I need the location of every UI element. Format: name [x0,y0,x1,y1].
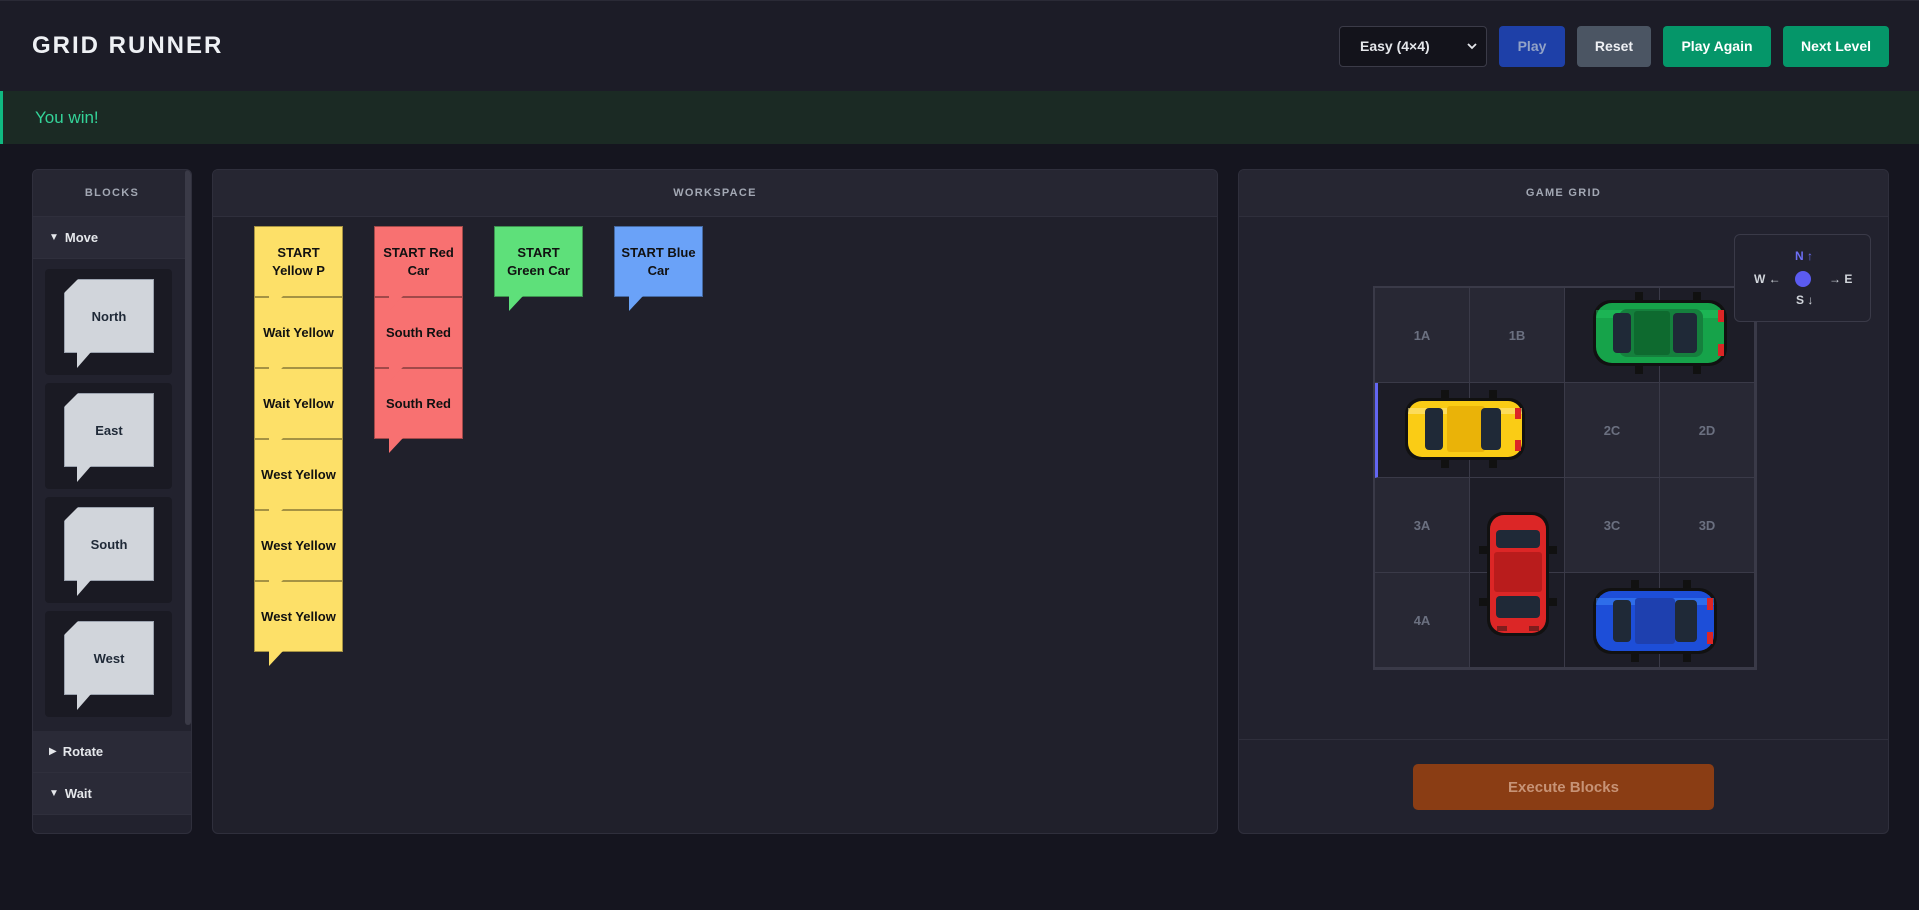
block-shape: West [64,621,154,710]
block-label: North [91,308,127,324]
green-stack[interactable]: START Green Car [494,226,583,311]
caret-right-icon: ▶ [49,746,57,757]
divider [1239,739,1888,740]
block-label: Wait Yellow [263,395,334,411]
chevron-down-icon [1467,43,1477,50]
blocks-panel: BLOCKS ▼ Move North East South West ▶ Ro… [32,169,192,834]
difficulty-value: Easy (4×4) [1360,38,1430,54]
block-label: South Red [386,324,451,340]
win-banner: You win! [0,91,1919,144]
block-label: Wait Yellow [263,324,334,340]
palette-block-west[interactable]: West [45,611,172,717]
workspace-title: WORKSPACE [213,170,1217,217]
grid-cell: 3A [1375,478,1470,573]
block-label: START Yellow P [272,244,325,278]
west-block[interactable]: West Yellow [254,510,343,595]
south-block[interactable]: South Red [374,368,463,453]
grid-cell: 2D [1660,383,1755,478]
start-block[interactable]: START Blue Car [614,226,703,311]
category-label: Wait [64,786,92,801]
palette-block-north[interactable]: North [45,269,172,375]
category-move[interactable]: ▼ Move [33,217,191,259]
block-label: South [90,536,128,552]
next-level-button[interactable]: Next Level [1783,25,1889,67]
start-block[interactable]: START Yellow P [254,226,343,311]
caret-down-icon: ▼ [49,232,59,243]
compass-east: → E [1829,272,1853,286]
category-rotate[interactable]: ▶ Rotate [33,731,191,773]
block-shape: South [64,507,154,596]
blocks-scrollbar[interactable] [185,170,191,725]
move-blocks-list: North East South West [33,259,191,731]
caret-down-icon: ▼ [49,788,59,799]
south-block[interactable]: South Red [374,297,463,382]
blue-car [1593,580,1717,662]
compass-west: W ← [1754,272,1781,286]
wait-block[interactable]: Wait Yellow [254,297,343,382]
app-title: GRID RUNNER [32,32,224,59]
grid-cell: 2C [1565,383,1660,478]
blocks-panel-title: BLOCKS [33,170,191,217]
block-label: START Green Car [507,244,570,278]
game-grid-title: GAME GRID [1239,170,1888,217]
block-shape: North [64,279,154,368]
grid-cell: 3C [1565,478,1660,573]
reset-button[interactable]: Reset [1577,25,1651,67]
compass: N ↑ W ← → E S ↓ [1734,234,1871,322]
palette-block-south[interactable]: South [45,497,172,603]
west-block[interactable]: West Yellow [254,581,343,666]
execute-blocks-button[interactable]: Execute Blocks [1413,764,1714,810]
west-block[interactable]: West Yellow [254,439,343,524]
grid-cell: 1A [1375,288,1470,383]
category-wait[interactable]: ▼ Wait [33,773,191,815]
yellow-stack[interactable]: START Yellow P Wait Yellow Wait Yellow W… [254,226,343,666]
block-label: West Yellow [261,537,336,553]
top-bar: GRID RUNNER Easy (4×4) Play Reset Play A… [0,0,1919,91]
block-label: South Red [386,395,451,411]
compass-north: N ↑ [1795,249,1813,263]
header-controls: Easy (4×4) Play Reset Play Again Next Le… [1339,25,1889,67]
palette-block-east[interactable]: East [45,383,172,489]
game-panel: GAME GRID 1A 1B 2C 2D 3A 3C 3D 4A N ↑ W … [1238,169,1889,834]
red-stack[interactable]: START Red Car South Red South Red [374,226,463,453]
block-label: West [93,650,125,666]
yellow-car [1405,390,1525,468]
play-button[interactable]: Play [1499,25,1565,67]
block-label: West Yellow [261,466,336,482]
grid-cell: 4A [1375,573,1470,668]
category-label: Move [64,230,99,245]
red-car [1479,512,1557,636]
wait-block[interactable]: Wait Yellow [254,368,343,453]
block-label: West Yellow [261,608,336,624]
green-car [1593,292,1727,374]
compass-south: S ↓ [1796,293,1814,307]
workspace-panel[interactable]: WORKSPACE [212,169,1218,834]
start-block[interactable]: START Red Car [374,226,463,311]
play-again-button[interactable]: Play Again [1663,25,1771,67]
start-block[interactable]: START Green Car [494,226,583,311]
block-shape: East [64,393,154,482]
compass-center-dot [1795,271,1811,287]
block-label: START Blue Car [621,244,696,278]
block-label: East [95,422,123,438]
category-label: Rotate [62,744,104,759]
difficulty-select[interactable]: Easy (4×4) [1339,25,1487,67]
grid-cell: 1B [1470,288,1565,383]
block-label: START Red Car [383,244,454,278]
blue-stack[interactable]: START Blue Car [614,226,703,311]
grid-cell: 3D [1660,478,1755,573]
win-message: You win! [35,107,99,127]
